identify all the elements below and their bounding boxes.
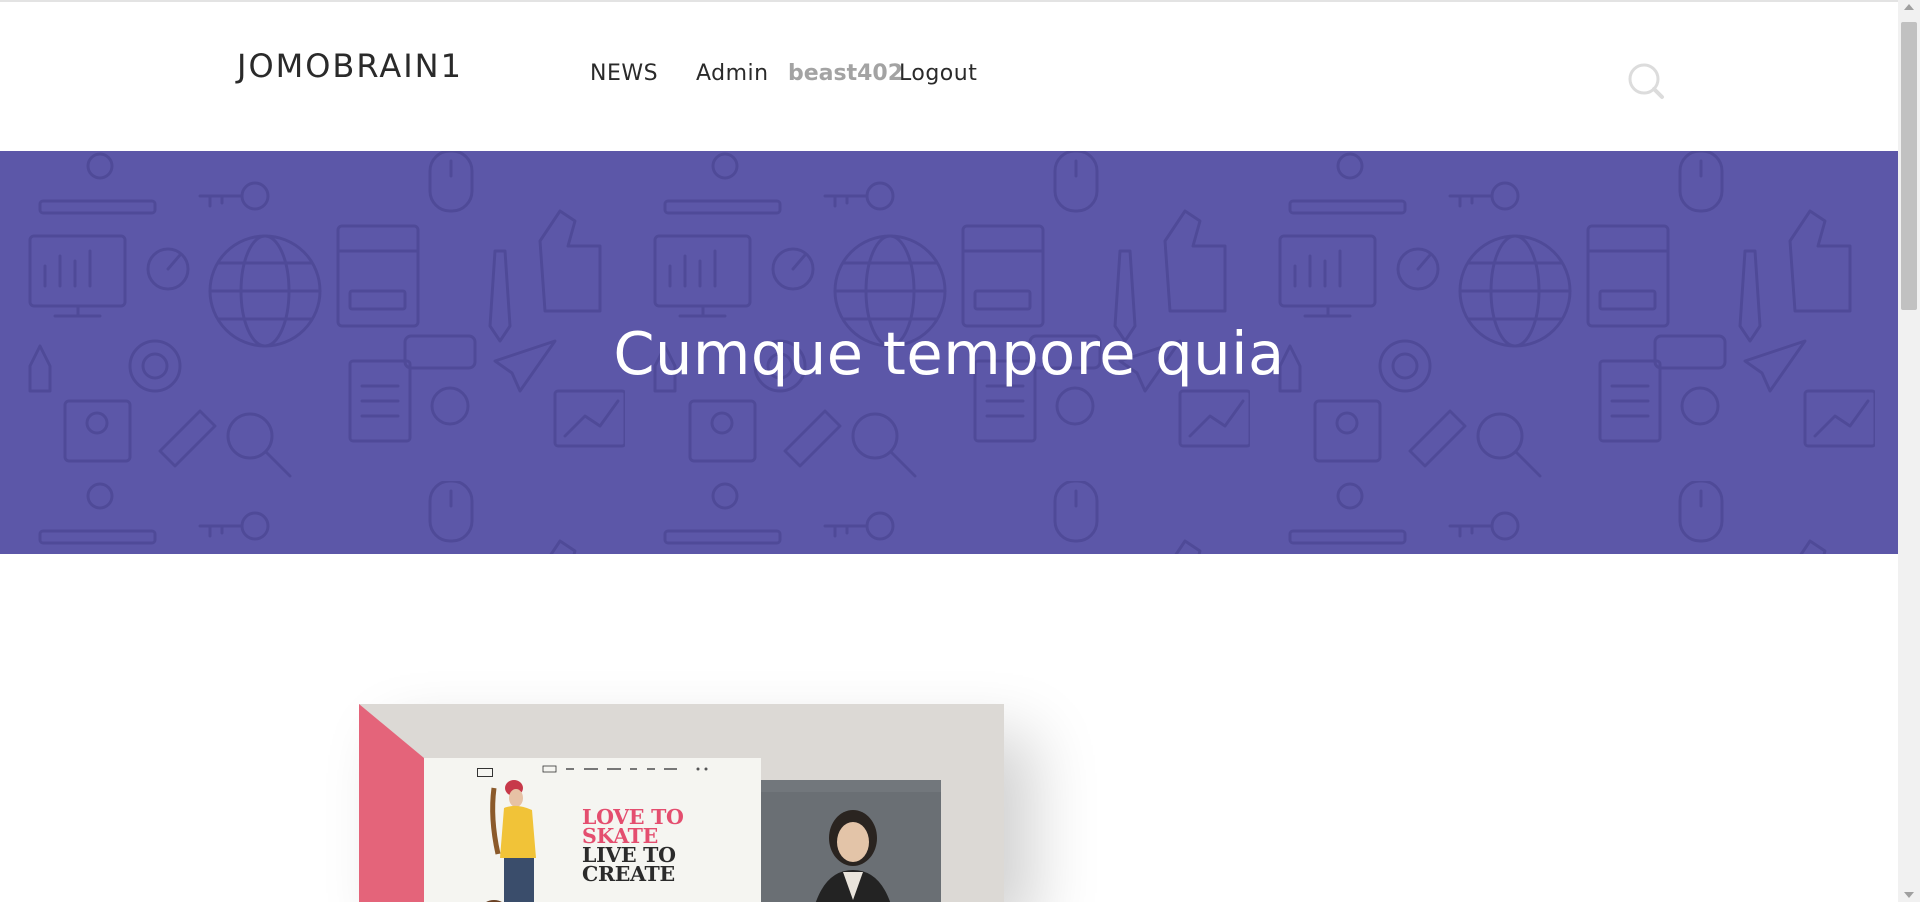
scroll-thumb[interactable] — [1901, 22, 1917, 310]
nav-logout[interactable]: Logout — [899, 60, 977, 88]
nav-news[interactable]: NEWS — [590, 60, 658, 88]
navbar: JOMOBRAIN1 NEWS Admin beast402 Logout — [0, 2, 1898, 151]
vertical-scrollbar[interactable] — [1898, 0, 1920, 902]
scroll-up-arrow-icon[interactable] — [1904, 4, 1914, 10]
nav-username[interactable]: beast402 — [788, 60, 903, 88]
search-icon[interactable] — [1627, 62, 1667, 102]
site-brand[interactable]: JOMOBRAIN1 — [237, 46, 463, 86]
mock-headline-line4: CREATE — [582, 862, 675, 886]
mock-portrait — [761, 780, 941, 902]
scroll-down-arrow-icon[interactable] — [1904, 892, 1914, 898]
mock-website-right — [761, 780, 941, 902]
showcase-image[interactable]: LOVE TO SKATE LIVE TO CREATE — [359, 704, 1004, 902]
hero-banner: Cumque tempore quia — [0, 151, 1898, 554]
mock-headline: LOVE TO SKATE LIVE TO CREATE — [582, 807, 684, 886]
mock-website-left: LOVE TO SKATE LIVE TO CREATE — [424, 758, 761, 902]
nav-admin[interactable]: Admin — [696, 60, 769, 88]
hero-title: Cumque tempore quia — [613, 319, 1285, 388]
